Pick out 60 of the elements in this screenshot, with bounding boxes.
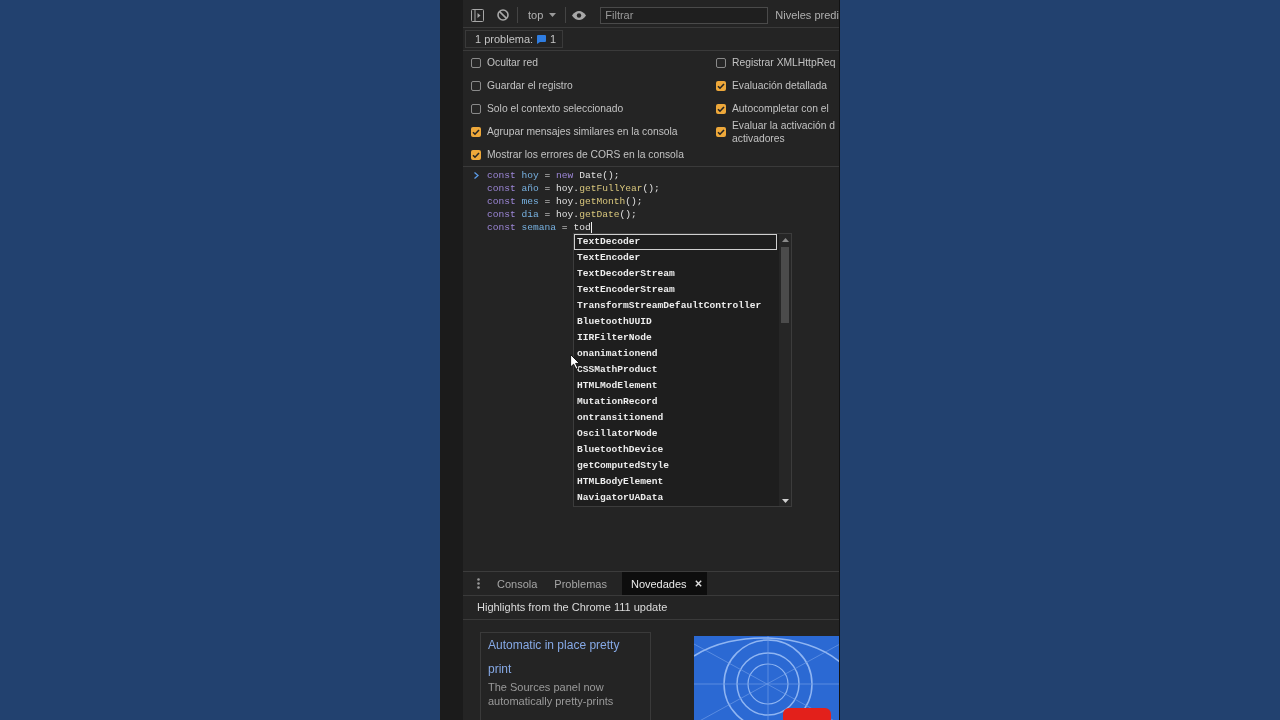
checkbox-label: Guardar el registro [487, 79, 573, 92]
checkbox[interactable] [716, 126, 726, 137]
checkbox-label: Evaluación detallada [732, 79, 828, 92]
log-levels-dropdown[interactable]: Niveles predi [775, 9, 839, 21]
suggestion-item[interactable]: TextDecoder [574, 234, 777, 250]
scrollbar-thumb[interactable] [781, 247, 789, 323]
suggestion-item[interactable]: MutationRecord [574, 394, 777, 410]
suggestion-item[interactable]: BluetoothUUID [574, 314, 777, 330]
suggestion-item[interactable]: TextEncoder [574, 250, 777, 266]
suggestion-item[interactable]: NavigatorUAData [574, 490, 777, 506]
checkbox-label: Ocultar red [487, 56, 538, 69]
checkbox-label: Autocompletar con el [732, 102, 829, 115]
panel-heading: Highlights from the Chrome 111 update [463, 596, 839, 620]
context-dropdown[interactable]: top [528, 9, 557, 21]
code-line: const año = hoy.getFullYear(); [487, 182, 660, 195]
checkbox-label: Solo el contexto seleccionado [487, 102, 624, 115]
checkbox[interactable] [471, 126, 481, 137]
suggestion-item[interactable]: getComputedStyle [574, 458, 777, 474]
suggestion-item[interactable]: TransformStreamDefaultController [574, 298, 777, 314]
checkbox[interactable] [471, 103, 481, 114]
caret-icon [549, 13, 557, 17]
suggestion-item[interactable]: OscillatorNode [574, 426, 777, 442]
checkbox[interactable] [471, 57, 481, 68]
checkbox[interactable] [716, 103, 726, 114]
suggestion-item[interactable]: IIRFilterNode [574, 330, 777, 346]
close-icon[interactable] [694, 580, 702, 587]
suggestion-item[interactable]: TextEncoderStream [574, 282, 777, 298]
prompt-chevron-icon [474, 172, 479, 179]
more-menu-icon[interactable] [477, 578, 480, 589]
eye-icon[interactable] [572, 10, 587, 20]
drawer-tab[interactable]: Problemas [546, 572, 615, 595]
drawer-tab[interactable]: Consola [489, 572, 546, 595]
checkbox[interactable] [471, 149, 481, 160]
message-icon [537, 34, 547, 44]
checkbox-label: Registrar XMLHttpReq [732, 56, 836, 69]
scroll-down-icon[interactable] [781, 499, 789, 503]
suggestion-item[interactable]: HTMLBodyElement [574, 474, 777, 490]
checkbox[interactable] [471, 80, 481, 91]
scrollbar-track[interactable] [779, 234, 791, 506]
checkbox-label: Agrupar mensajes similares en la consola [487, 125, 678, 138]
checkbox-label: Evaluar la activación d activadores [732, 118, 836, 145]
issues-button[interactable]: 1 problema: 1 [465, 30, 564, 48]
code-line: const mes = hoy.getMonth(); [487, 195, 643, 208]
code-line: const dia = hoy.getDate(); [487, 208, 637, 221]
code-line: const semana = tod [487, 221, 591, 234]
checkbox[interactable] [716, 80, 726, 91]
code-line: const hoy = new Date(); [487, 169, 620, 182]
suggestion-item[interactable]: TextDecoderStream [574, 266, 777, 282]
suggestion-item[interactable]: ontransitionend [574, 410, 777, 426]
sidebar-toggle-icon[interactable] [471, 8, 484, 22]
clear-console-icon[interactable] [497, 9, 509, 21]
card-description: The Sources panel now automatically pretty-prints [488, 680, 615, 708]
suggestion-item[interactable]: HTMLModElement [574, 378, 777, 394]
card-title-link[interactable]: Automatic in place pretty print [488, 633, 628, 681]
suggestion-item[interactable]: BluetoothDevice [574, 442, 777, 458]
drawer-tab[interactable]: Novedades [621, 572, 707, 595]
checkbox-label: Mostrar los errores de CORS en la consola [487, 148, 684, 161]
filter-field[interactable]: Filtrar [600, 6, 769, 24]
checkbox[interactable] [716, 57, 726, 68]
scroll-up-icon[interactable] [781, 238, 789, 242]
